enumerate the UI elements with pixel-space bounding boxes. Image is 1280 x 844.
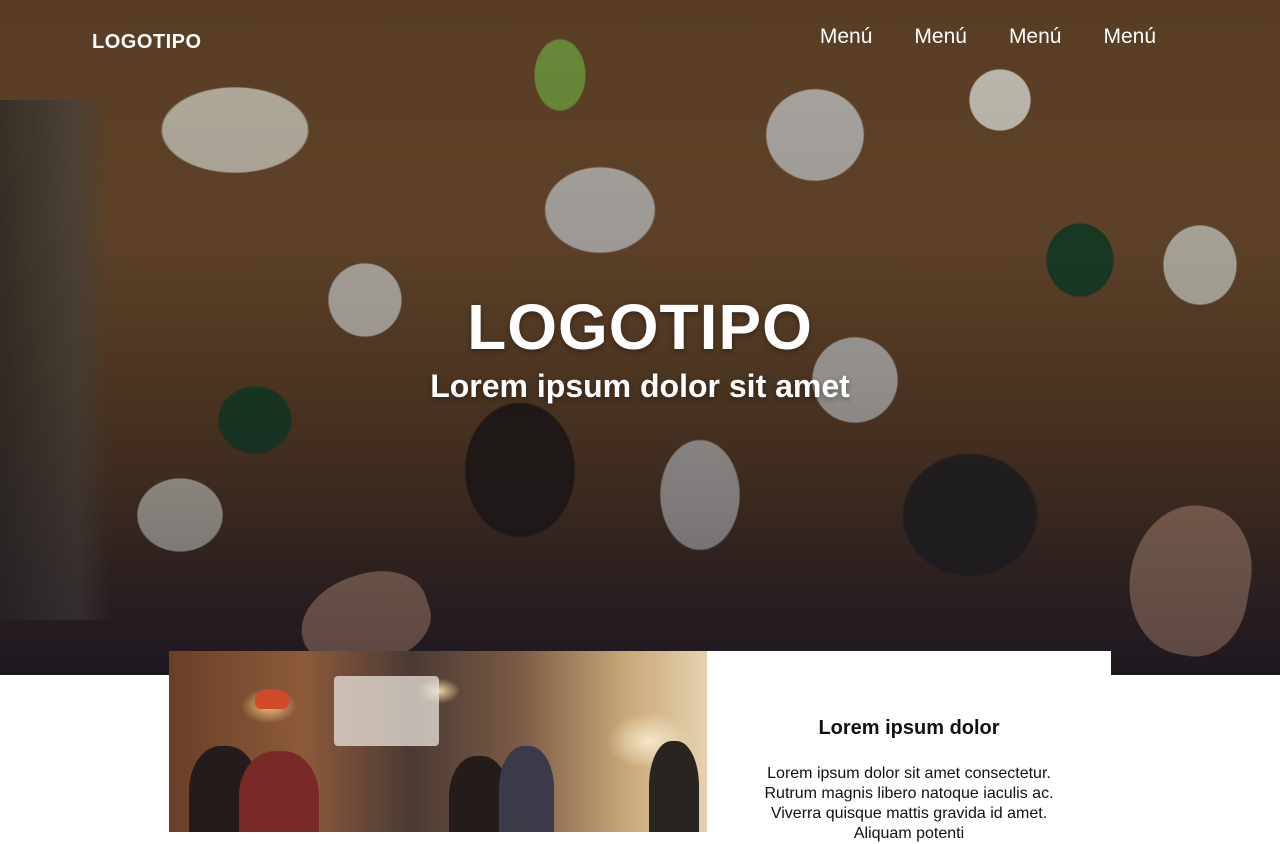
- nav-menu-item-2[interactable]: Menú: [914, 25, 967, 49]
- hero-subtitle: Lorem ipsum dolor sit amet: [430, 368, 850, 404]
- restaurant-interior-photo: [169, 651, 707, 832]
- card-text-line: Aliquam potenti: [853, 825, 965, 842]
- hero-title: LOGOTIPO: [467, 291, 813, 363]
- wall-sign: [334, 676, 439, 746]
- info-card: Lorem ipsum dolor Lorem ipsum dolor sit …: [707, 651, 1111, 842]
- pendant-lamp: [255, 689, 289, 709]
- patron-figure: [239, 751, 319, 832]
- card-title: Lorem ipsum dolor: [818, 717, 1000, 739]
- nav-menu-item-1[interactable]: Menú: [820, 25, 873, 49]
- nav-logo[interactable]: LOGOTIPO: [92, 31, 202, 54]
- patron-figure: [649, 741, 699, 832]
- nav-menu-item-3[interactable]: Menú: [1009, 25, 1062, 49]
- nav-menu-item-4[interactable]: Menú: [1103, 25, 1156, 49]
- card-text-line: Rutrum magnis libero natoque iaculis ac.: [764, 785, 1054, 802]
- top-nav: LOGOTIPO Menú Menú Menú Menú: [0, 0, 1280, 80]
- nav-menu: Menú Menú Menú Menú: [820, 25, 1156, 49]
- card-text-line: Lorem ipsum dolor sit amet consectetur.: [767, 765, 1051, 782]
- card-text: Lorem ipsum dolor sit amet consectetur. …: [727, 764, 1091, 844]
- hero-food-table-photo: LOGOTIPO Menú Menú Menú Menú LOGOTIPO Lo…: [0, 0, 1280, 675]
- patron-figure: [499, 746, 554, 832]
- card-text-line: Viverra quisque mattis gravida id amet.: [770, 805, 1048, 822]
